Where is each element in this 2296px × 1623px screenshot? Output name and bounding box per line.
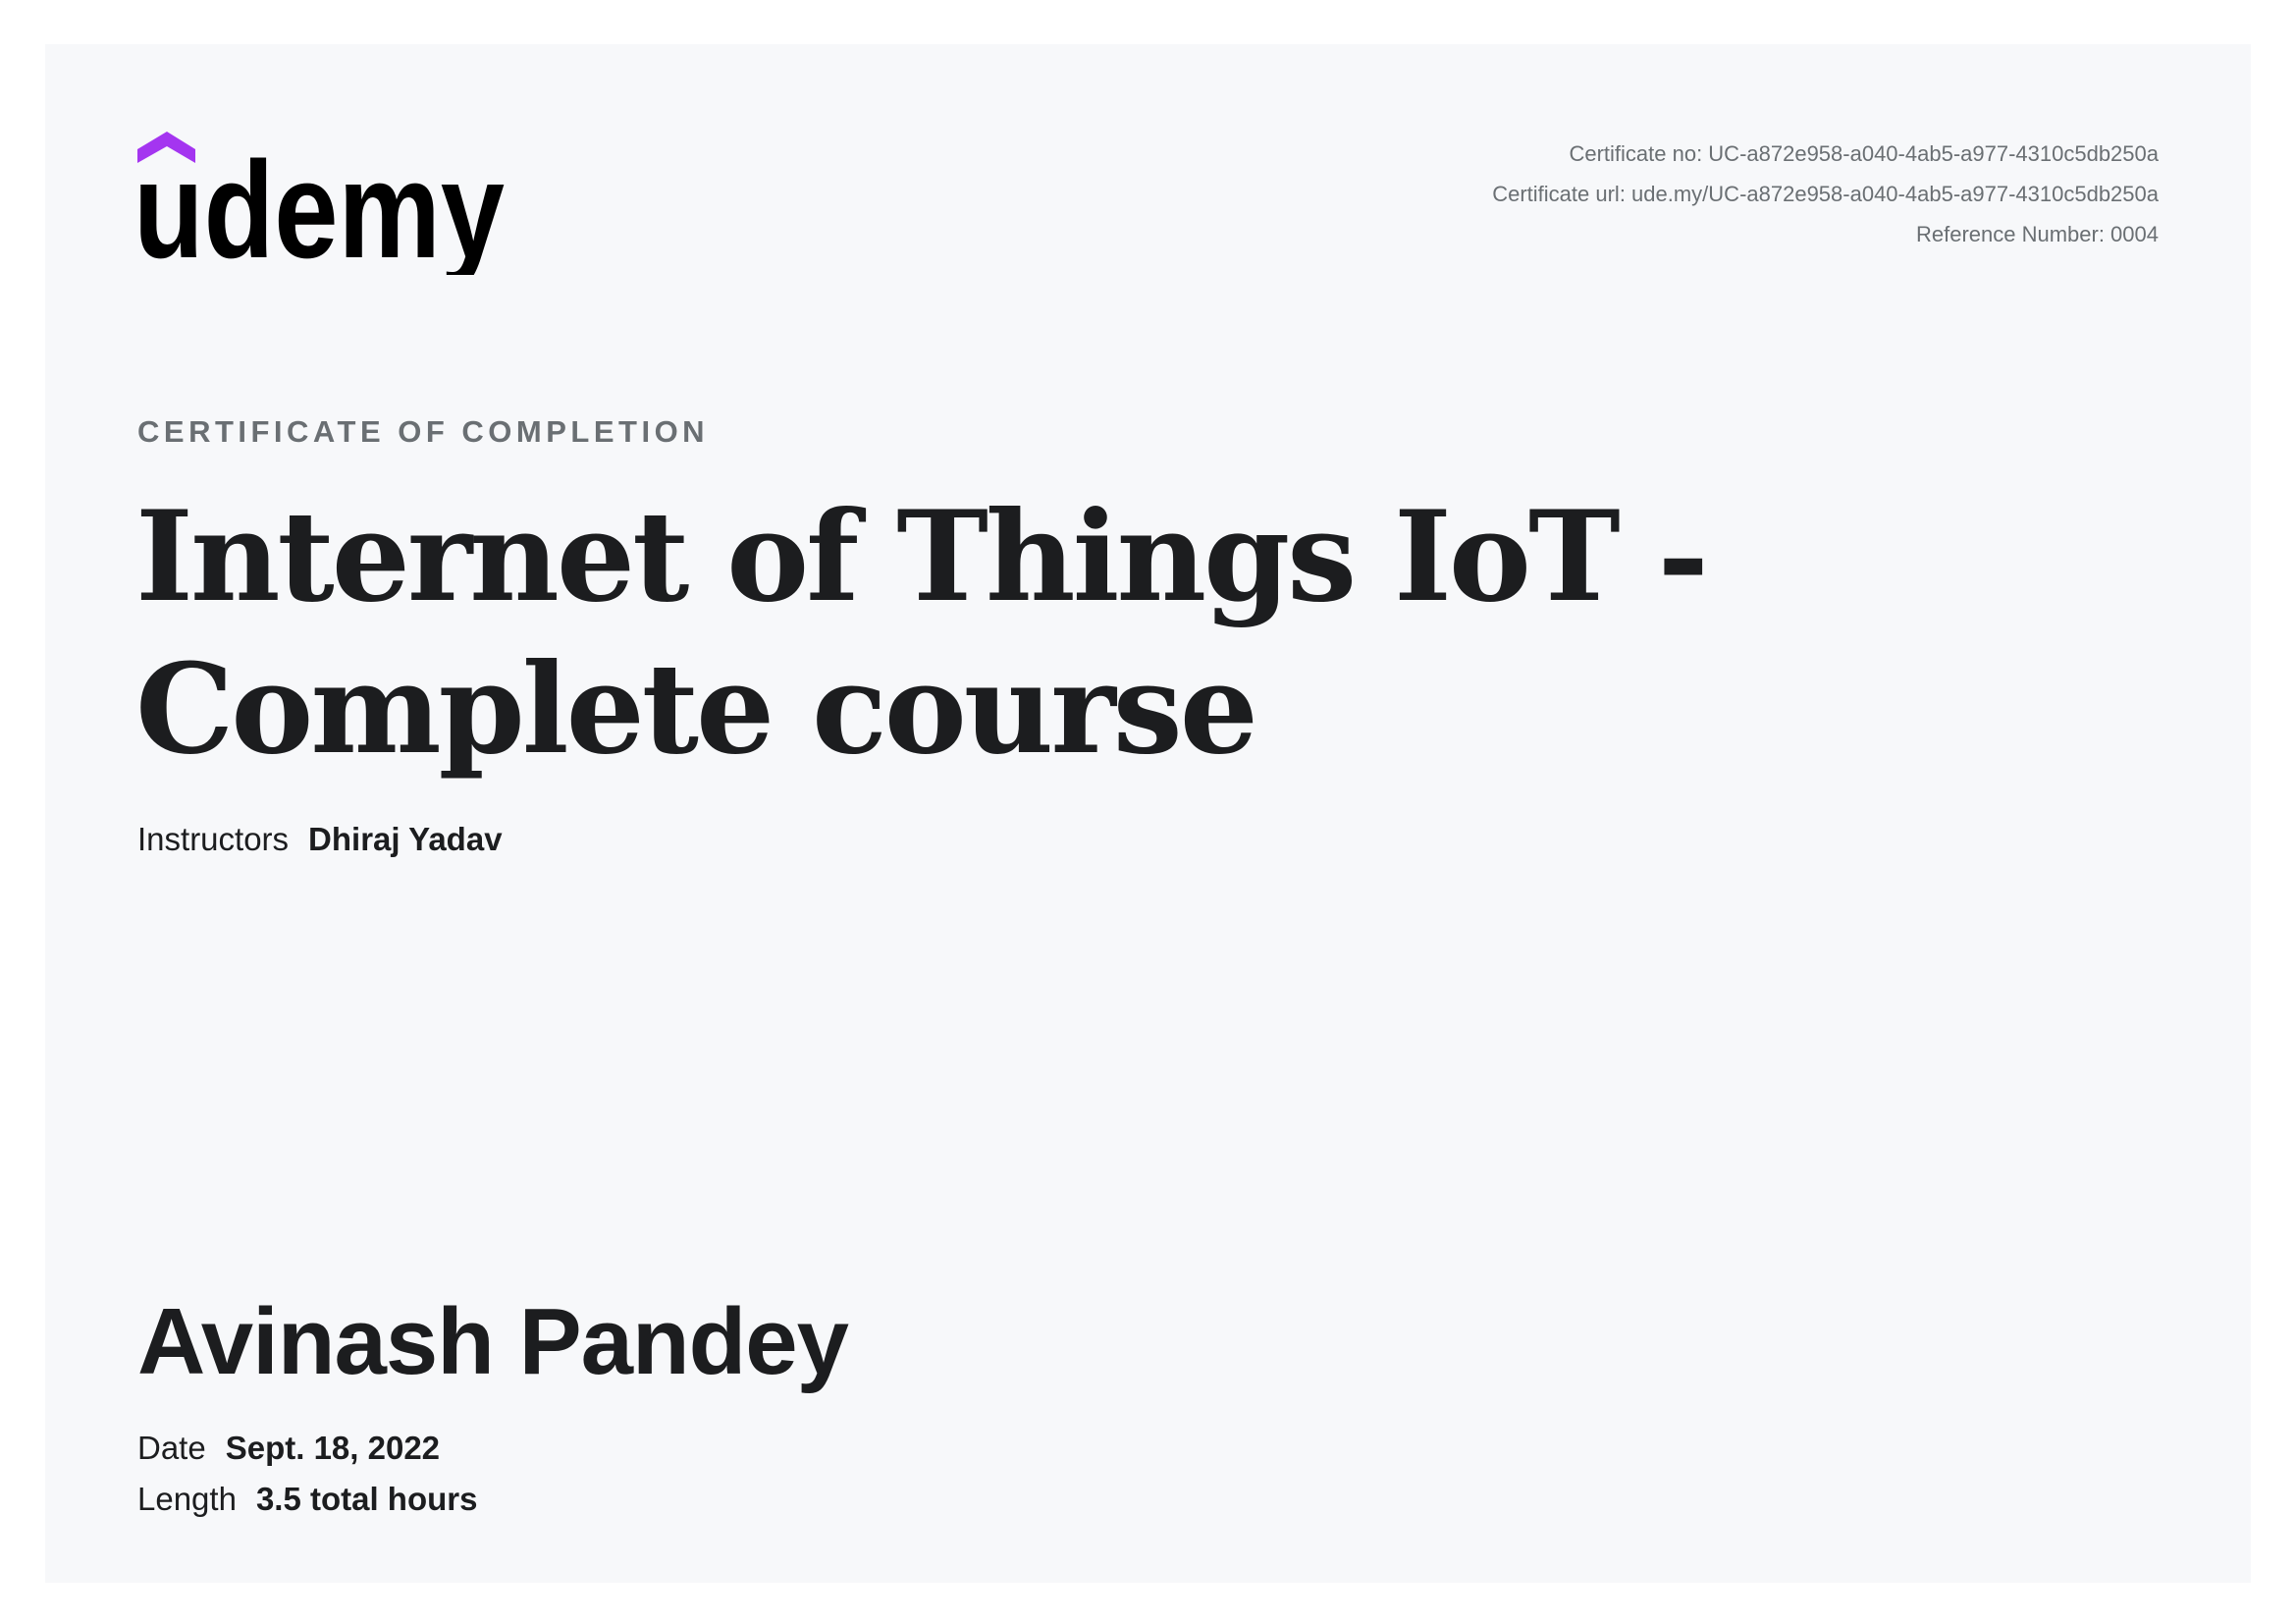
date-row: Date Sept. 18, 2022 [137, 1430, 440, 1467]
course-title-line-2: Complete course [135, 636, 1258, 782]
udemy-logo: udemy [133, 128, 520, 287]
reference-number: Reference Number: 0004 [1915, 222, 2159, 246]
student-name: Avinash Pandey [137, 1289, 849, 1394]
course-title-line-1: Internet of Things IoT - [135, 484, 1709, 629]
instructor-name: Dhiraj Yadav [308, 821, 503, 857]
instructors-row: Instructors Dhiraj Yadav [137, 821, 503, 858]
logo-wordmark: udemy [137, 133, 505, 275]
certificate-label: CERTIFICATE OF COMPLETION [137, 414, 710, 449]
certificate-number: Certificate no: UC-a872e958-a040-4ab5-a9… [1569, 141, 2159, 166]
date-label: Date [137, 1430, 206, 1466]
completion-date: Sept. 18, 2022 [225, 1430, 441, 1466]
course-title: Internet of Things IoT - Complete course [135, 481, 1804, 785]
length-label: Length [137, 1481, 237, 1517]
course-length: 3.5 total hours [255, 1481, 478, 1517]
certificate-url[interactable]: Certificate url: ude.my/UC-a872e958-a040… [1492, 174, 2159, 214]
certificate-meta: Certificate no: UC-a872e958-a040-4ab5-a9… [1492, 134, 2159, 254]
instructors-label: Instructors [137, 821, 290, 857]
length-row: Length 3.5 total hours [137, 1481, 477, 1518]
